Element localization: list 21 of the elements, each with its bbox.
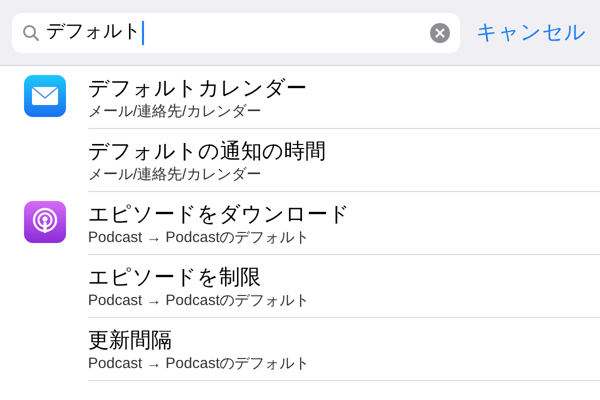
result-subtitle: メール/連絡先/カレンダー: [88, 102, 262, 122]
result-title: 更新間隔: [88, 328, 173, 354]
result-title: エピソードを制限: [88, 265, 262, 291]
clear-icon[interactable]: [430, 22, 450, 42]
result-row[interactable]: 更新間隔 Podcast → Podcastのデフォルト: [0, 318, 600, 381]
result-row[interactable]: エピソードを制限 Podcast → Podcastのデフォルト: [0, 255, 600, 318]
result-subtitle: メール/連絡先/カレンダー: [88, 165, 262, 185]
text-cursor: [142, 20, 144, 44]
result-row[interactable]: デフォルトカレンダー メール/連絡先/カレンダー: [0, 66, 600, 129]
envelope-app-icon: [24, 75, 66, 117]
result-row[interactable]: エピソードをダウンロード Podcast → Podcastのデフォルト: [0, 192, 600, 255]
result-title: デフォルトの通知の時間: [88, 139, 327, 165]
search-icon: [22, 24, 40, 42]
result-subtitle: Podcast → Podcastのデフォルト: [88, 354, 311, 374]
result-title: エピソードをダウンロード: [88, 202, 351, 228]
result-subtitle: Podcast → Podcastのデフォルト: [88, 291, 311, 311]
result-row[interactable]: デフォルトの通知の時間 メール/連絡先/カレンダー: [0, 129, 600, 192]
search-field[interactable]: デフォルト: [12, 12, 460, 52]
podcast-app-icon: [24, 201, 66, 243]
result-title: デフォルトカレンダー: [88, 76, 308, 102]
result-subtitle: Podcast → Podcastのデフォルト: [88, 228, 311, 248]
